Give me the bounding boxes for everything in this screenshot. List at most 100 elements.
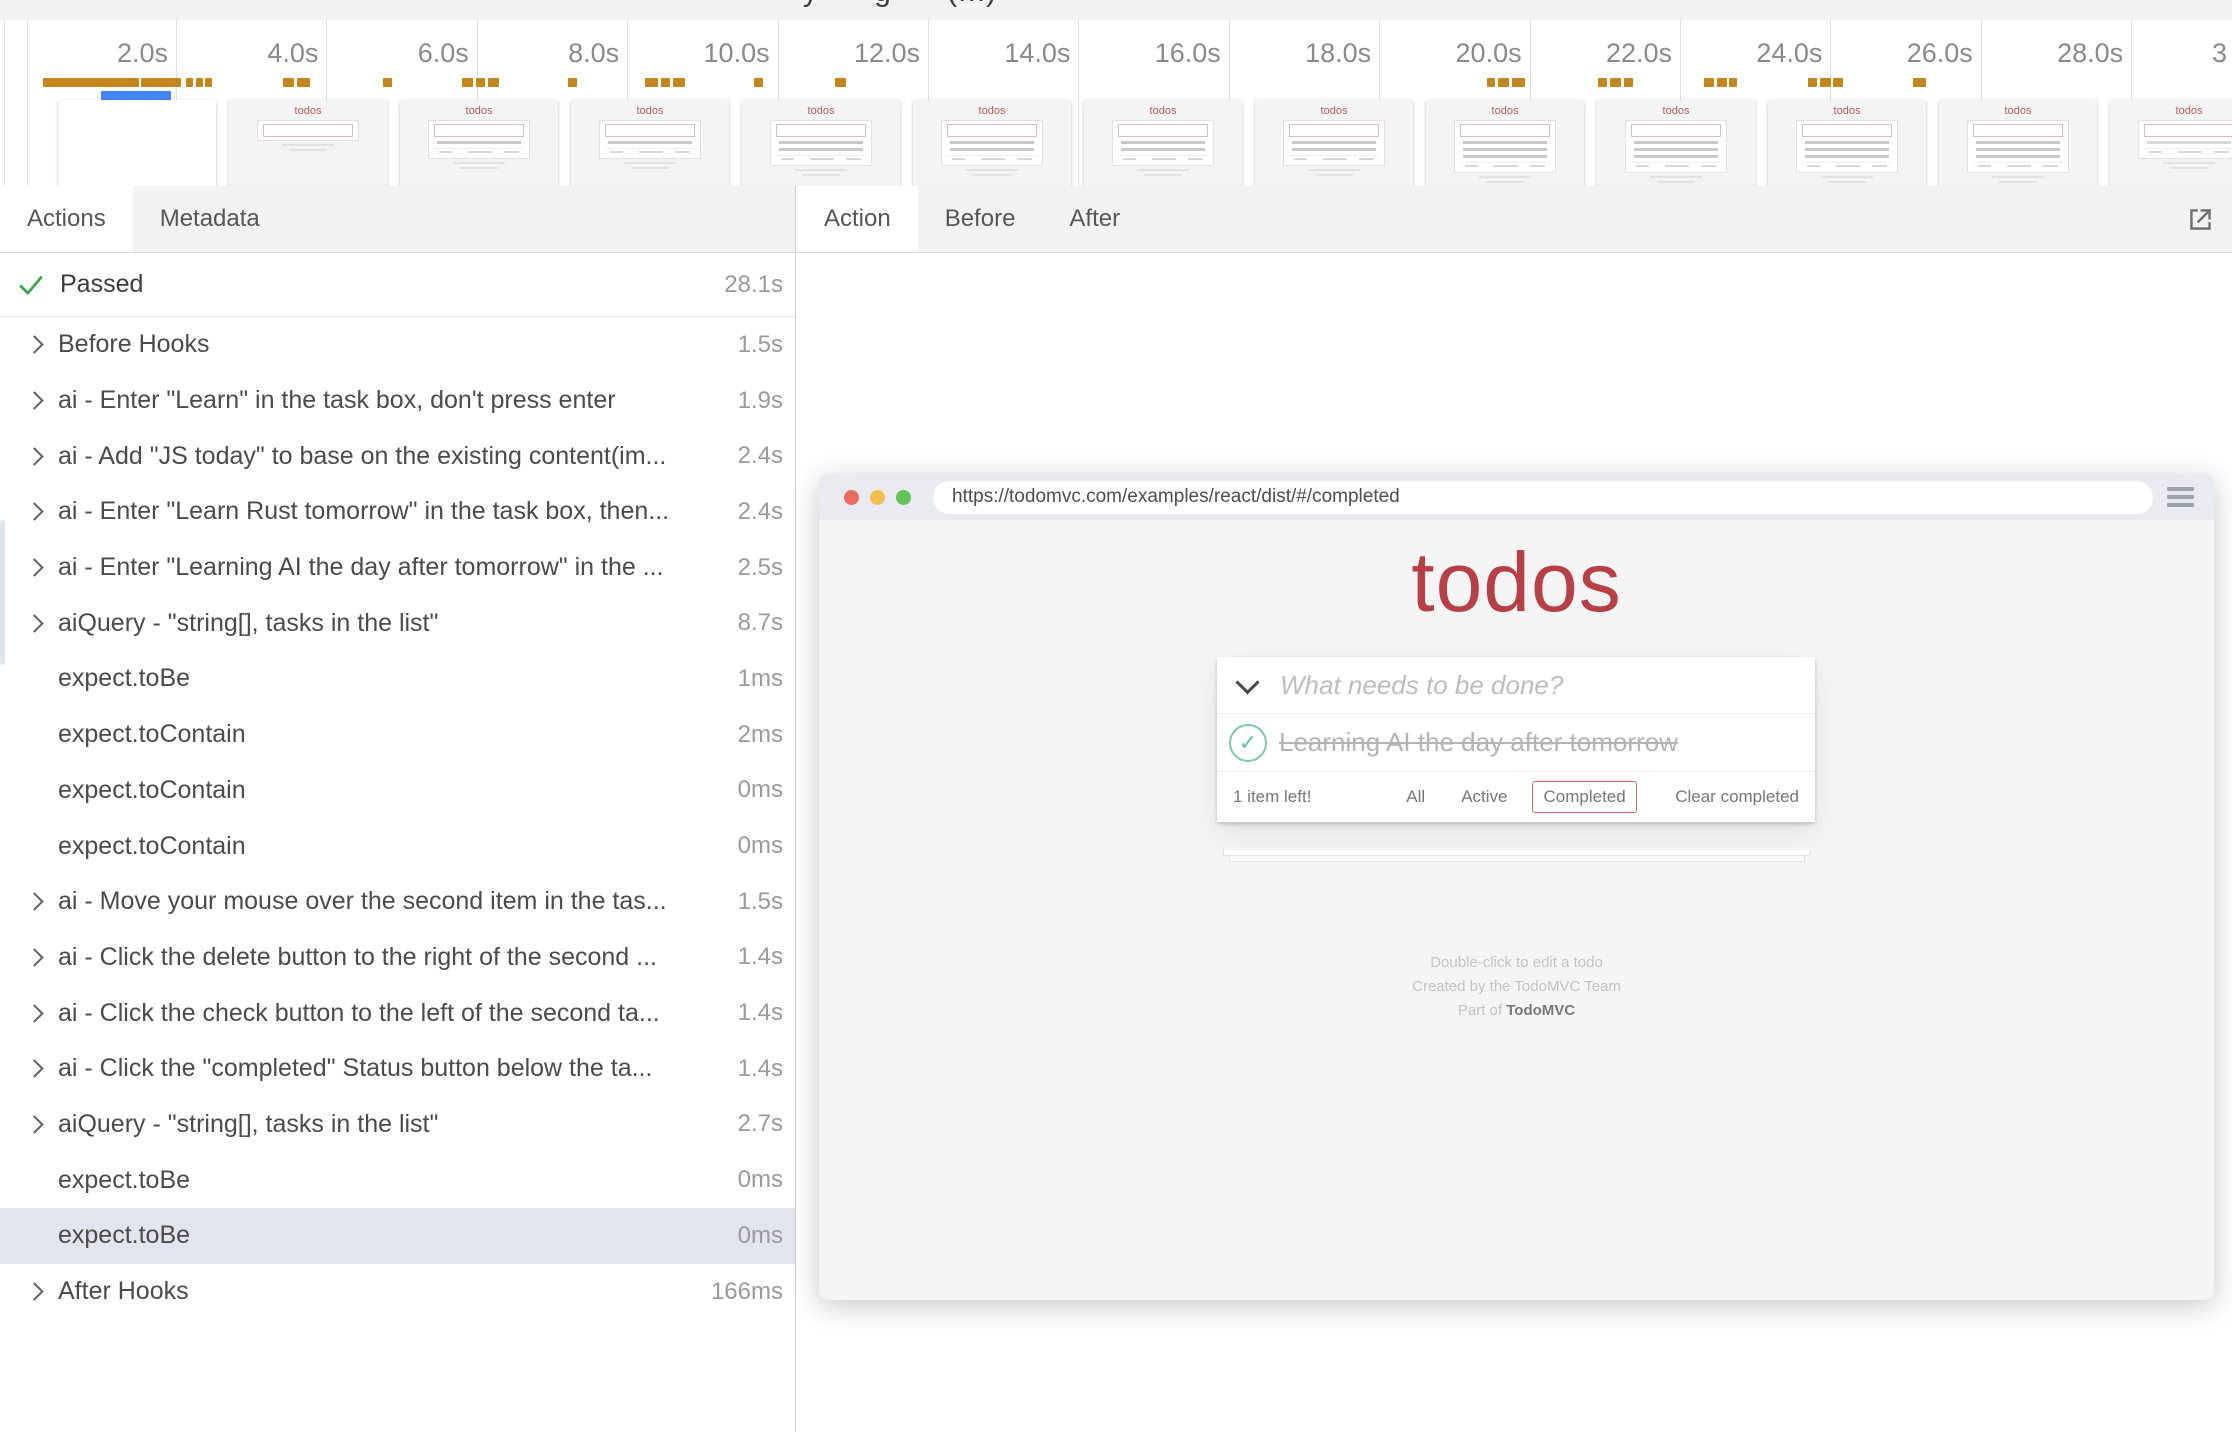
filmstrip-thumbnail[interactable] bbox=[58, 100, 216, 187]
filmstrip-thumbnail[interactable]: todos bbox=[1939, 100, 2097, 187]
chevron-right-icon[interactable] bbox=[25, 1115, 43, 1133]
action-label: Before Hooks bbox=[58, 330, 209, 359]
filmstrip-thumbnail[interactable]: todos bbox=[571, 100, 729, 187]
thumbnail-mini-card bbox=[428, 120, 530, 159]
action-row[interactable]: expect.toContain2ms bbox=[0, 707, 795, 763]
filmstrip-thumbnail[interactable]: todos bbox=[913, 100, 1071, 187]
action-list: Before Hooks1.5s ai - Enter "Learn" in th… bbox=[0, 317, 795, 1432]
timeline-tick-label: 6.0s bbox=[327, 38, 469, 68]
thumbnail-mini-card bbox=[1283, 120, 1385, 166]
thumbnail-todos-title: todos bbox=[1426, 105, 1584, 117]
action-row[interactable]: ai - Move your mouse over the second ite… bbox=[0, 874, 795, 930]
tab-metadata[interactable]: Metadata bbox=[133, 186, 287, 252]
filmstrip-thumbnail[interactable]: todos bbox=[1255, 100, 1413, 187]
thumbnail-mini-card bbox=[941, 120, 1043, 166]
todomvc-brand-link[interactable]: TodoMVC bbox=[1506, 1002, 1575, 1019]
scrollbar-thumb[interactable] bbox=[0, 520, 5, 665]
action-row[interactable]: expect.toBe1ms bbox=[0, 651, 795, 707]
thumbnail-todos-title: todos bbox=[2110, 105, 2232, 117]
tab-action[interactable]: Action bbox=[797, 186, 918, 252]
thumbnail-todos-title: todos bbox=[1939, 105, 2097, 117]
hamburger-menu-icon[interactable] bbox=[2167, 487, 2194, 507]
action-row[interactable]: After Hooks166ms bbox=[0, 1264, 795, 1320]
timeline-action-mark bbox=[1624, 78, 1633, 87]
action-duration: 0ms bbox=[738, 1222, 783, 1250]
timeline[interactable]: 2.0s4.0s6.0s8.0s10.0s12.0s14.0s16.0s18.0… bbox=[0, 20, 2232, 187]
timeline-action-mark bbox=[1704, 78, 1714, 87]
thumbnail-todos-title: todos bbox=[400, 105, 558, 117]
action-row[interactable]: expect.toBe0ms bbox=[0, 1208, 795, 1264]
action-duration: 2.5s bbox=[738, 554, 783, 582]
snapshot-panel: ActionBeforeAfter https://todomvc.com/ex… bbox=[797, 186, 2232, 1432]
credit-partof: Part of TodoMVC bbox=[819, 999, 2214, 1023]
chevron-right-icon[interactable] bbox=[25, 1004, 43, 1022]
filmstrip-thumbnail[interactable]: todos bbox=[1768, 100, 1926, 187]
new-todo-row[interactable]: What needs to be done? bbox=[1217, 657, 1815, 713]
action-label: expect.toContain bbox=[58, 776, 246, 805]
chevron-right-icon[interactable] bbox=[25, 503, 43, 521]
filmstrip-thumbnail[interactable]: todos bbox=[1084, 100, 1242, 187]
action-label: ai - Add "JS today" to base on the exist… bbox=[58, 442, 666, 471]
action-row[interactable]: ai - Add "JS today" to base on the exist… bbox=[0, 428, 795, 484]
tab-actions[interactable]: Actions bbox=[0, 186, 133, 252]
timeline-action-mark bbox=[645, 78, 658, 87]
timeline-tick-label: 8.0s bbox=[477, 38, 619, 68]
test-status-duration: 28.1s bbox=[724, 271, 783, 299]
chevron-right-icon[interactable] bbox=[25, 447, 43, 465]
filmstrip-thumbnail[interactable]: todos bbox=[742, 100, 900, 187]
action-row[interactable]: Before Hooks1.5s bbox=[0, 317, 795, 373]
open-snapshot-in-new-tab-icon[interactable] bbox=[2169, 186, 2232, 252]
filmstrip-thumbnail[interactable]: todos bbox=[2110, 100, 2232, 187]
filmstrip-thumbnail[interactable]: todos bbox=[1426, 100, 1584, 187]
filmstrip-thumbnail[interactable]: todos bbox=[1597, 100, 1755, 187]
thumbnail-todos-title: todos bbox=[1084, 105, 1242, 117]
filter-all[interactable]: All bbox=[1395, 781, 1436, 813]
action-row[interactable]: ai - Enter "Learn" in the task box, don'… bbox=[0, 373, 795, 429]
filter-active[interactable]: Active bbox=[1450, 781, 1518, 813]
timeline-tick-label-partial: 3 bbox=[2212, 38, 2232, 68]
action-row[interactable]: aiQuery - "string[], tasks in the list"8… bbox=[0, 595, 795, 651]
right-tabbar: ActionBeforeAfter bbox=[797, 186, 2232, 253]
chevron-right-icon[interactable] bbox=[25, 1060, 43, 1078]
thumbnail-mini-card bbox=[2138, 120, 2232, 159]
clear-completed-button[interactable]: Clear completed bbox=[1675, 772, 1799, 822]
tab-after[interactable]: After bbox=[1042, 186, 1147, 252]
action-row[interactable]: ai - Enter "Learn Rust tomorrow" in the … bbox=[0, 484, 795, 540]
todo-item[interactable]: ✓ Learning AI the day after tomorrow bbox=[1217, 713, 1815, 771]
timeline-action-mark bbox=[43, 78, 139, 87]
timeline-action-mark bbox=[283, 78, 294, 87]
test-status-row: Passed 28.1s bbox=[0, 253, 795, 317]
timeline-action-mark bbox=[1487, 78, 1495, 87]
chevron-right-icon[interactable] bbox=[25, 336, 43, 354]
action-row[interactable]: ai - Enter "Learning AI the day after to… bbox=[0, 540, 795, 596]
toggle-all-chevron-icon[interactable] bbox=[1235, 670, 1259, 694]
chevron-right-icon[interactable] bbox=[25, 893, 43, 911]
chevron-right-icon[interactable] bbox=[25, 558, 43, 576]
filmstrip-thumbnail[interactable]: todos bbox=[229, 100, 387, 187]
traffic-light-zoom bbox=[896, 490, 911, 505]
chevron-right-icon[interactable] bbox=[25, 614, 43, 632]
action-row[interactable]: aiQuery - "string[], tasks in the list"2… bbox=[0, 1097, 795, 1153]
browser-chrome: https://todomvc.com/examples/react/dist/… bbox=[819, 474, 2214, 520]
action-row[interactable]: ai - Click the delete button to the righ… bbox=[0, 930, 795, 986]
action-row[interactable]: expect.toContain0ms bbox=[0, 818, 795, 874]
action-row[interactable]: expect.toContain0ms bbox=[0, 763, 795, 819]
chevron-right-icon[interactable] bbox=[25, 948, 43, 966]
action-row[interactable]: ai - Click the check button to the left … bbox=[0, 985, 795, 1041]
tab-before[interactable]: Before bbox=[918, 186, 1043, 252]
action-row[interactable]: ai - Click the "completed" Status button… bbox=[0, 1041, 795, 1097]
action-label: ai - Enter "Learn" in the task box, don'… bbox=[58, 386, 616, 415]
chevron-right-icon[interactable] bbox=[25, 391, 43, 409]
action-label: ai - Enter "Learning AI the day after to… bbox=[58, 553, 664, 582]
todo-toggle-checked-icon[interactable]: ✓ bbox=[1229, 724, 1267, 762]
filter-completed[interactable]: Completed bbox=[1532, 781, 1636, 813]
thumbnail-todos-title: todos bbox=[742, 105, 900, 117]
timeline-tick-label: 26.0s bbox=[1831, 38, 1973, 68]
filmstrip-thumbnail[interactable]: todos bbox=[400, 100, 558, 187]
window-title-clipped: y g (...) bbox=[640, 0, 1160, 9]
url-bar[interactable]: https://todomvc.com/examples/react/dist/… bbox=[933, 481, 2153, 514]
action-row[interactable]: expect.toBe0ms bbox=[0, 1152, 795, 1208]
chevron-right-icon[interactable] bbox=[25, 1282, 43, 1300]
action-duration: 1.4s bbox=[738, 943, 783, 971]
timeline-tick-label: 18.0s bbox=[1229, 38, 1371, 68]
